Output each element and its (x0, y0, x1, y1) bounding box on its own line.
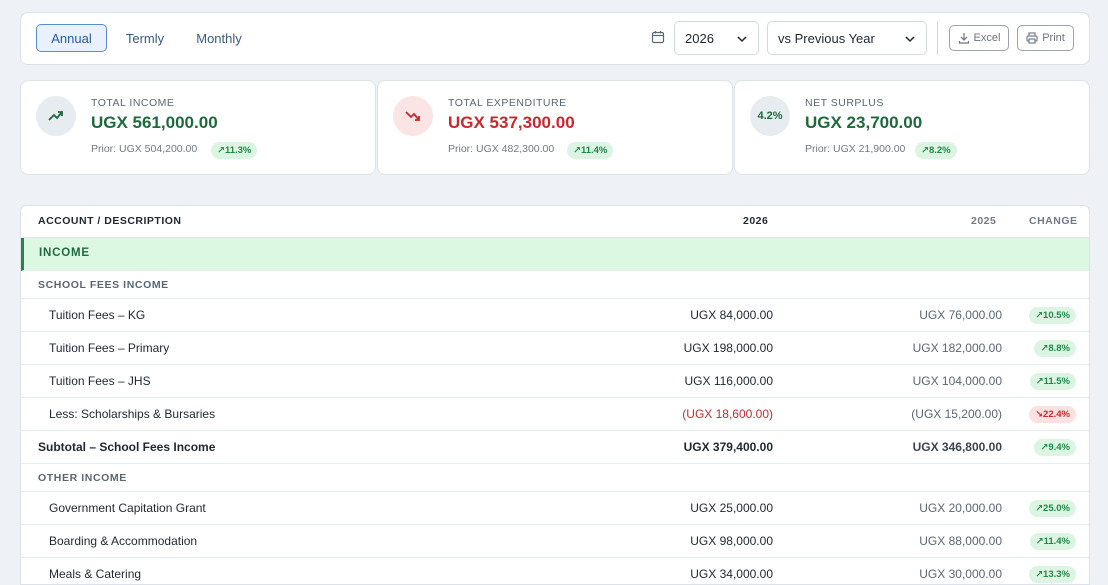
row-change-badge: ↗8.8% (1034, 340, 1076, 357)
table-header: ACCOUNT / DESCRIPTION 2026 2025 CHANGE (21, 206, 1089, 238)
card-prior: Prior: UGX 482,300.00 (448, 143, 555, 155)
row-current: UGX 25,000.00 (690, 501, 773, 515)
card-label: TOTAL INCOME (91, 97, 175, 109)
row-previous: UGX 88,000.00 (919, 534, 1002, 548)
print-button[interactable]: Print (1017, 25, 1074, 51)
row-previous: UGX 182,000.00 (912, 341, 1002, 355)
row-account: Boarding & Accommodation (49, 534, 198, 548)
category-row-income[interactable]: INCOME (21, 238, 1089, 271)
row-change-badge: ↗11.4% (1029, 533, 1076, 550)
header-account: ACCOUNT / DESCRIPTION (38, 215, 182, 227)
header-2025: 2025 (971, 215, 997, 227)
chevron-down-icon (737, 36, 747, 43)
group-label: OTHER INCOME (38, 472, 127, 484)
row-account: Tuition Fees – Primary (49, 341, 170, 355)
row-change-badge: ↘22.4% (1029, 406, 1076, 423)
compare-select[interactable]: vs Previous Year (767, 21, 927, 55)
group-row-other-income: OTHER INCOME (21, 464, 1089, 492)
row-change-badge: ↗13.3% (1029, 566, 1076, 583)
period-annual-button[interactable]: Annual (36, 24, 107, 52)
card-amount: UGX 537,300.00 (448, 113, 575, 132)
row-current: UGX 84,000.00 (690, 308, 773, 322)
group-row-school-fees: SCHOOL FEES INCOME (21, 271, 1089, 299)
row-previous: UGX 76,000.00 (919, 308, 1002, 322)
year-select[interactable]: 2026 (674, 21, 759, 55)
row-change-badge: ↗10.5% (1029, 307, 1076, 324)
table-row[interactable]: Tuition Fees – KG UGX 84,000.00 UGX 76,0… (21, 299, 1089, 332)
export-excel-button[interactable]: Excel (949, 25, 1009, 51)
table-row[interactable]: Government Capitation Grant UGX 25,000.0… (21, 492, 1089, 525)
row-account: Government Capitation Grant (49, 501, 206, 515)
period-termly-button[interactable]: Termly (117, 24, 173, 52)
row-previous: UGX 346,800.00 (912, 440, 1002, 454)
card-change-badge: ↗11.4% (567, 142, 614, 159)
card-change-badge: ↗8.2% (915, 142, 957, 159)
print-label: Print (1042, 32, 1065, 44)
table-row[interactable]: Tuition Fees – JHS UGX 116,000.00 UGX 10… (21, 365, 1089, 398)
trend-down-icon (393, 96, 433, 136)
card-amount: UGX 23,700.00 (805, 113, 923, 132)
compare-select-value: vs Previous Year (778, 30, 875, 46)
toolbar-divider (937, 21, 938, 55)
income-statement-table: ACCOUNT / DESCRIPTION 2026 2025 CHANGE I… (20, 205, 1090, 585)
row-previous: (UGX 15,200.00) (911, 407, 1002, 421)
row-previous: UGX 104,000.00 (912, 374, 1002, 388)
table-row[interactable]: Tuition Fees – Primary UGX 198,000.00 UG… (21, 332, 1089, 365)
trend-up-icon (36, 96, 76, 136)
row-account: Less: Scholarships & Bursaries (49, 407, 216, 421)
subtotal-row[interactable]: Subtotal – School Fees Income UGX 379,40… (21, 431, 1089, 464)
download-icon (958, 33, 969, 44)
card-amount: UGX 561,000.00 (91, 113, 218, 132)
total-expenditure-card: TOTAL EXPENDITURE UGX 537,300.00 Prior: … (377, 80, 733, 175)
card-prior: Prior: UGX 504,200.00 (91, 143, 198, 155)
row-current: UGX 116,000.00 (684, 374, 773, 388)
export-excel-label: Excel (973, 32, 1001, 44)
table-row[interactable]: Meals & Catering UGX 34,000.00 UGX 30,00… (21, 558, 1089, 584)
row-current: UGX 34,000.00 (690, 567, 773, 581)
card-label: TOTAL EXPENDITURE (448, 97, 567, 109)
row-current: (UGX 18,600.00) (682, 407, 773, 421)
total-income-card: TOTAL INCOME UGX 561,000.00 Prior: UGX 5… (20, 80, 376, 175)
printer-icon (1026, 32, 1038, 44)
row-change-badge: ↗25.0% (1029, 500, 1076, 517)
row-previous: UGX 20,000.00 (919, 501, 1002, 515)
chevron-down-icon (905, 36, 915, 43)
row-account: Meals & Catering (49, 567, 142, 581)
row-current: UGX 379,400.00 (683, 440, 773, 454)
table-row[interactable]: Boarding & Accommodation UGX 98,000.00 U… (21, 525, 1089, 558)
card-change-badge: ↗11.3% (211, 142, 258, 159)
header-2026: 2026 (743, 215, 769, 227)
period-monthly-button[interactable]: Monthly (189, 24, 249, 52)
header-change: CHANGE (1029, 215, 1078, 227)
net-surplus-card: 4.2% NET SURPLUS UGX 23,700.00 Prior: UG… (734, 80, 1090, 175)
row-previous: UGX 30,000.00 (919, 567, 1002, 581)
row-account: Subtotal – School Fees Income (38, 440, 216, 454)
card-prior: Prior: UGX 21,900.00 (805, 143, 906, 155)
card-label: NET SURPLUS (805, 97, 884, 109)
year-select-value: 2026 (685, 30, 714, 46)
row-account: Tuition Fees – JHS (49, 374, 151, 388)
row-change-badge: ↗11.5% (1029, 373, 1076, 390)
row-current: UGX 198,000.00 (683, 341, 773, 355)
calendar-icon (651, 31, 665, 44)
category-label: INCOME (39, 247, 90, 259)
row-account: Tuition Fees – KG (49, 308, 146, 322)
surplus-percent-badge: 4.2% (750, 96, 790, 136)
row-change-badge: ↗9.4% (1034, 439, 1076, 456)
toolbar: Annual Termly Monthly 2026 vs Previous Y… (20, 12, 1090, 65)
table-row[interactable]: Less: Scholarships & Bursaries (UGX 18,6… (21, 398, 1089, 431)
group-label: SCHOOL FEES INCOME (38, 279, 169, 291)
row-current: UGX 98,000.00 (690, 534, 773, 548)
